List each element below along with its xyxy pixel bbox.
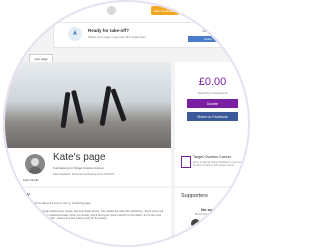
no-supporters-subtext: Be the first to donate [195, 213, 219, 216]
charity-panel[interactable]: Target Ovarian Cancer We're a national c… [175, 148, 250, 186]
takeoff-subtitle: Share your page to get your first suppor… [88, 35, 146, 39]
amount-raised: £0.00 [198, 76, 227, 88]
share-facebook-button[interactable]: Share on Facebook [187, 112, 238, 121]
no-supporters-text: No supporters [201, 207, 229, 212]
supporters-panel: Supporters No supporters Be the first to… [175, 188, 250, 247]
takeoff-skip-button[interactable]: Not now [188, 29, 228, 34]
user-avatar[interactable] [107, 6, 116, 15]
takeoff-banner: Ready for take-off? Share your page to g… [53, 22, 240, 48]
donation-panel: £0.00 raised by 0 supporters Donate Shar… [175, 62, 250, 148]
runner-leg [60, 91, 71, 129]
charity-name[interactable]: Target Ovarian Cancer [193, 155, 231, 159]
charity-description: We're a national charity dedicated to im… [193, 161, 243, 167]
story-paragraph: Thanks for taking the time to visit my J… [29, 202, 92, 205]
rocket-icon [68, 27, 82, 41]
supporter-avatar [191, 219, 200, 228]
owner-avatar [25, 154, 45, 174]
page-viewport: Start Fundraising Ready for take-off? Sh… [3, 0, 250, 247]
donate-button[interactable]: Donate [187, 99, 238, 108]
story-paragraph: Donating through JustGiving is simple, f… [29, 210, 163, 221]
fundraising-for: Fundraising for Target Ovarian Cancer [53, 166, 104, 170]
runner-leg [70, 89, 85, 125]
share-story-link[interactable]: Share this story [63, 240, 87, 244]
story-heading: Story [17, 192, 30, 198]
page-title: Kate's page [53, 152, 106, 163]
runner-leg [99, 85, 112, 127]
takeoff-title: Ready for take-off? [88, 28, 130, 33]
top-bar: Start Fundraising [3, 0, 250, 23]
owner-name: Kate Middle [23, 178, 39, 182]
profile-section: Kate Middle Kate's page Fundraising for … [3, 148, 171, 186]
page-meta: Kate Hardwick: Personal fundraising sinc… [53, 173, 115, 176]
supporters-title: Supporters [181, 193, 208, 199]
hero-image [3, 62, 171, 148]
runner-leg [110, 88, 127, 122]
raised-by-text: raised by 0 supporters [197, 91, 228, 95]
story-section: Story Thanks for taking the time to visi… [3, 188, 171, 247]
charity-logo-icon [181, 156, 191, 168]
takeoff-share-button[interactable]: Share [188, 36, 228, 42]
start-fundraising-button[interactable]: Start Fundraising [151, 6, 179, 15]
